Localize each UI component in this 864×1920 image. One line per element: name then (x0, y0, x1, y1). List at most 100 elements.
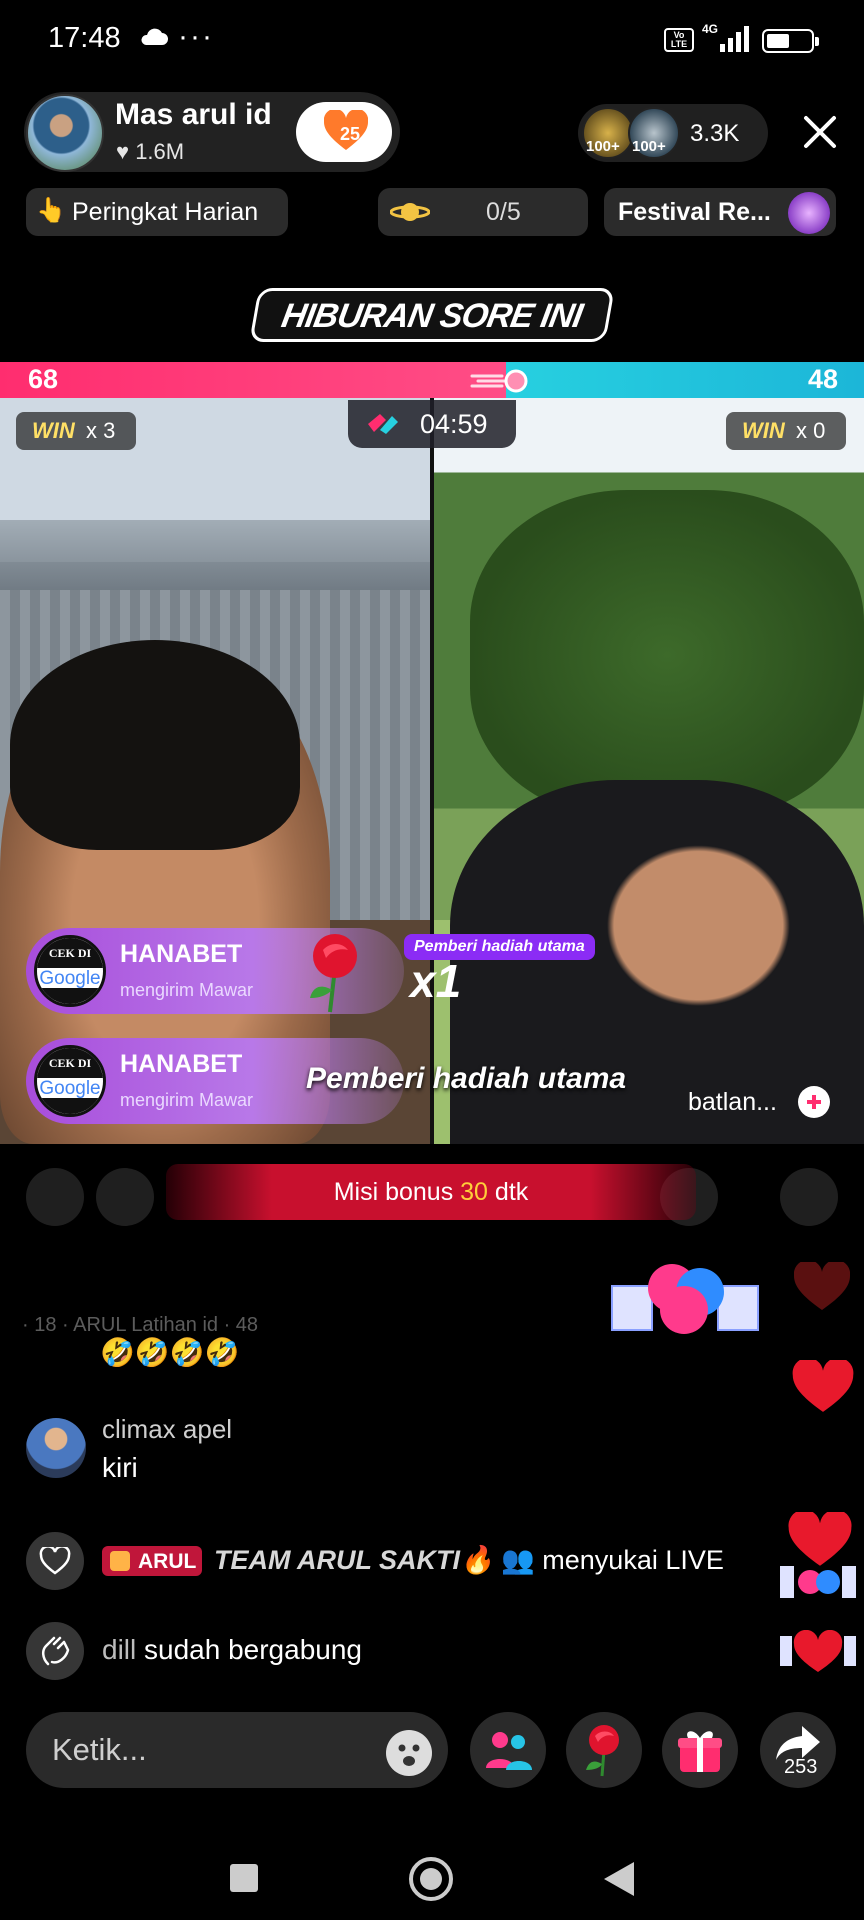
join-notification: dill sudah bergabung (102, 1634, 362, 1666)
viewer-badge: 100+ (586, 138, 620, 155)
host-avatar[interactable] (26, 94, 104, 172)
recent-apps-icon[interactable] (228, 1862, 260, 1894)
opponent-video-trees (470, 490, 864, 820)
commenter-name[interactable]: climax apel (102, 1414, 232, 1445)
gifter-avatar[interactable]: CEK DI Google (34, 1045, 106, 1117)
follow-opponent-button[interactable] (798, 1086, 830, 1118)
left-win-badge: WIN x 3 (16, 412, 136, 450)
daily-ranking-chip[interactable]: 👆 Peringkat Harian (26, 188, 288, 236)
viewer-count[interactable]: 3.3K (690, 120, 739, 148)
like-team-name[interactable]: TEAM ARUL SAKTI🔥 (214, 1545, 494, 1575)
gifter-avatar-top-text: CEK DI (37, 938, 103, 968)
more-dots: ··· (178, 20, 214, 53)
floating-heart-icon (792, 1360, 854, 1412)
host-likes-count: 1.6M (135, 139, 185, 164)
gifter-avatar[interactable]: CEK DI Google (34, 935, 106, 1007)
video-divider (430, 398, 434, 1144)
heart-small-icon: ♥ (116, 139, 136, 164)
gifter-avatar-brand: Google (39, 1078, 101, 1099)
viewer-badge: 100+ (632, 138, 666, 155)
invite-button[interactable] (470, 1712, 546, 1788)
battle-icon (368, 414, 398, 434)
host-name[interactable]: Mas arul id (115, 98, 272, 132)
battle-spark-icon (470, 369, 528, 393)
right-win-label: WIN (742, 418, 785, 443)
battery-icon (762, 29, 819, 53)
joined-user[interactable]: dill (102, 1634, 136, 1665)
stream-title-banner: HIBURAN SORE INI (249, 288, 615, 342)
floating-gift-icon (780, 1566, 856, 1598)
people-icon (486, 1732, 532, 1770)
participant-avatar[interactable] (780, 1168, 838, 1226)
home-icon[interactable] (408, 1856, 454, 1902)
status-time: 17:48 (48, 22, 121, 54)
fan-club-badge-label: ARUL (138, 1550, 197, 1573)
bonus-suffix: dtk (494, 1178, 529, 1206)
gifter-name: HANABET (120, 1050, 243, 1078)
battle-bar-left (0, 362, 506, 398)
battle-timer-text: 04:59 (420, 409, 488, 439)
gifter-avatar-top-text: CEK DI (37, 1048, 103, 1078)
participant-avatar[interactable] (26, 1168, 84, 1226)
festival-icon (788, 192, 830, 234)
join-action: sudah bergabung (144, 1634, 362, 1665)
follow-button[interactable]: 25 (296, 102, 392, 162)
right-win-badge: WIN x 0 (726, 412, 846, 450)
planet-icon (390, 203, 430, 221)
left-score: 68 (28, 364, 59, 394)
system-nav-bar (0, 1820, 864, 1920)
gift-icon (678, 1731, 722, 1772)
festival-label: Festival Re... (618, 198, 771, 226)
emoji-comment: 🤣🤣🤣🤣 (100, 1337, 240, 1368)
rose-gift-button[interactable] (566, 1712, 642, 1788)
gift-button[interactable] (662, 1712, 738, 1788)
host-video-hair (10, 640, 300, 850)
finger-icon: 👆 (36, 197, 66, 224)
festival-chip[interactable]: Festival Re... (604, 188, 836, 236)
like-action: menyukai LIVE (542, 1545, 724, 1575)
status-bar: 17:48 ··· Vo LTE 4G (0, 0, 864, 80)
signal-icon (720, 26, 749, 52)
share-count: 253 (784, 1756, 818, 1778)
top-gifter-title: Pemberi hadiah utama (306, 1062, 627, 1095)
mission-chip[interactable]: 0/5 (378, 188, 588, 236)
volte-icon: Vo LTE (664, 28, 694, 52)
rose-icon (586, 1725, 619, 1777)
wave-button[interactable] (26, 1622, 84, 1680)
person-icon: 👥 (501, 1545, 535, 1575)
comment-text: kiri (102, 1452, 138, 1483)
comment-input-placeholder: Ketik... (52, 1732, 147, 1767)
host-video-roof (0, 520, 430, 590)
heart-outline-icon (39, 1547, 71, 1575)
comment-input[interactable]: Ketik... (26, 1712, 448, 1788)
fan-club-badge: ARUL (102, 1546, 202, 1576)
emoji-button[interactable] (386, 1730, 432, 1776)
gift-action: mengirim Mawar (120, 1090, 254, 1110)
opponent-name[interactable]: batlan... (688, 1088, 777, 1117)
smiley-icon (398, 1744, 420, 1766)
host-likes: ♥ 1.6M (116, 139, 184, 165)
follow-badge: 25 (340, 124, 361, 144)
bonus-mission-bar: Misi bonus 30 dtk (166, 1164, 696, 1220)
battle-timer: 04:59 (348, 400, 516, 448)
like-button[interactable] (26, 1532, 84, 1590)
left-win-count: x 3 (86, 418, 116, 443)
fan-club-icon (110, 1551, 130, 1571)
close-icon[interactable] (800, 112, 840, 152)
floating-heart-icon (794, 1262, 850, 1310)
mission-progress: 0/5 (486, 198, 521, 226)
bonus-prefix: Misi bonus (333, 1178, 454, 1206)
stream-title: HIBURAN SORE INI (278, 297, 585, 335)
floating-heart-icon (780, 1630, 856, 1672)
commenter-avatar[interactable] (26, 1418, 86, 1478)
gift-multiplier: x1 (410, 955, 462, 1007)
floating-heart-icon (788, 1512, 852, 1566)
participant-avatar[interactable] (96, 1168, 154, 1226)
left-win-label: WIN (32, 418, 75, 443)
back-icon[interactable] (602, 1860, 636, 1898)
cloud-icon (141, 28, 168, 45)
wave-hand-icon (42, 1636, 70, 1666)
gift-box-icon (611, 1264, 759, 1334)
rose-gift-icon (310, 934, 357, 1013)
right-win-count: x 0 (796, 418, 826, 443)
